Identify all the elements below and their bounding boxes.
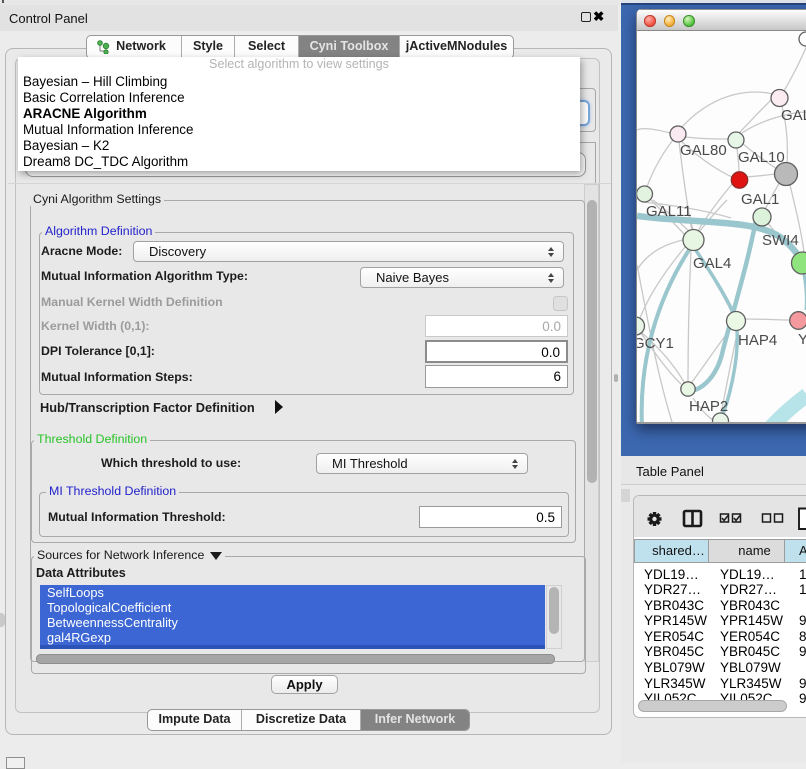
svg-text:GAL1: GAL1	[741, 191, 779, 208]
svg-text:HAP2: HAP2	[689, 398, 728, 415]
svg-text:GAL80: GAL80	[680, 142, 727, 159]
svg-text:HAP4: HAP4	[738, 332, 777, 349]
svg-text:GCY1: GCY1	[637, 335, 674, 352]
svg-text:GAL10: GAL10	[738, 149, 785, 166]
svg-text:GAL7: GAL7	[781, 107, 806, 124]
svg-text:Y: Y	[798, 331, 806, 348]
svg-text:SWI4: SWI4	[762, 232, 799, 249]
svg-text:GAL11: GAL11	[646, 203, 692, 220]
svg-text:GAL4: GAL4	[693, 255, 731, 272]
